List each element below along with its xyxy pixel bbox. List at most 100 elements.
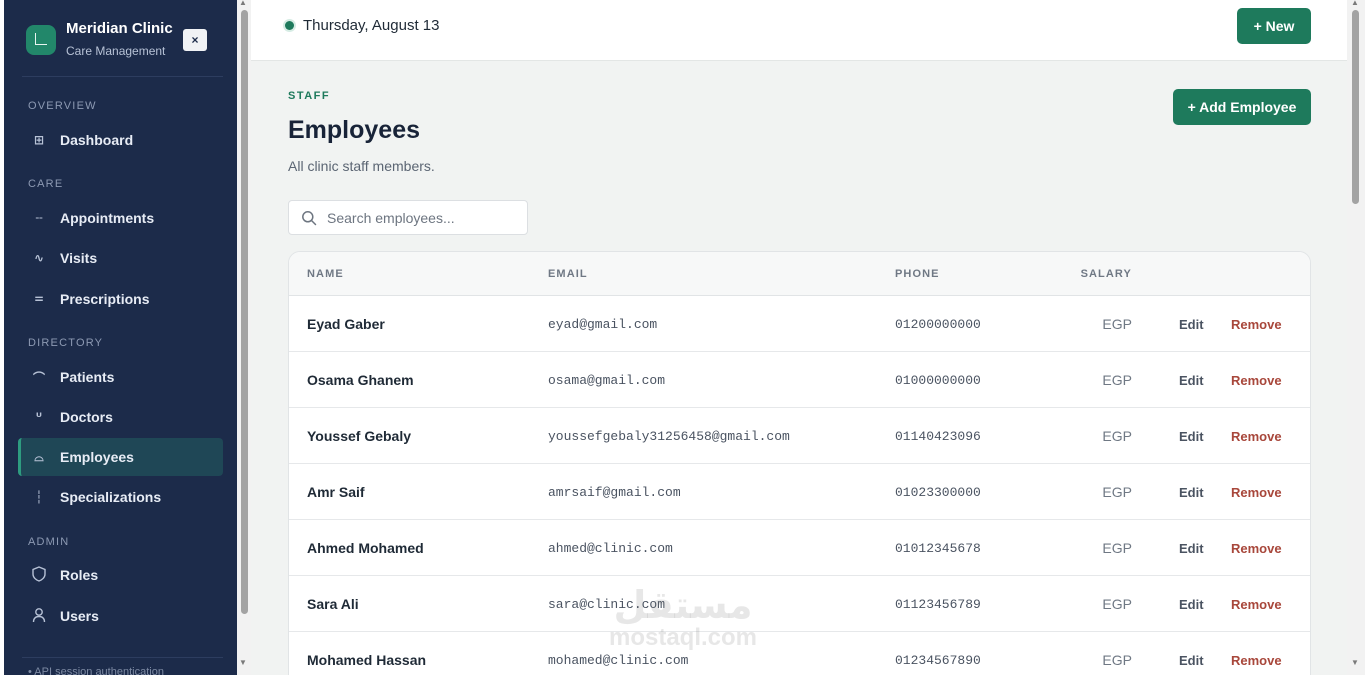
sidebar-item-label: Doctors [60, 409, 113, 425]
sidebar-item-employees[interactable]: ⌓ Employees [18, 438, 223, 476]
sidebar-item-visits[interactable]: ∿ Visits [18, 239, 223, 277]
employee-phone: 01023300000 [895, 485, 981, 500]
search-icon [302, 210, 317, 225]
briefcase-icon: ⌓ [34, 449, 44, 464]
employees-table: NAME EMAIL PHONE SALARY Eyad Gaber eyad@… [288, 251, 1311, 675]
date-label: Thursday, August 13 [303, 17, 440, 34]
employee-phone: 01012345678 [895, 541, 981, 556]
employee-name: Ahmed Mohamed [307, 540, 424, 556]
current-date: Thursday, August 13 [285, 17, 439, 34]
clinic-logo-icon [26, 25, 56, 55]
page-subtitle: All clinic staff members. [288, 158, 435, 174]
table-row: Eyad Gaber eyad@gmail.com 01200000000 EG… [289, 296, 1310, 352]
employee-email: amrsaif@gmail.com [548, 485, 681, 500]
sidebar-item-label: Patients [60, 369, 115, 385]
scroll-up-arrow-icon[interactable]: ▲ [1351, 0, 1359, 7]
scroll-up-arrow-icon[interactable]: ▲ [239, 0, 247, 7]
remove-button[interactable]: Remove [1231, 373, 1282, 388]
employee-phone: 01123456789 [895, 597, 981, 612]
sidebar-scrollbar[interactable]: ▲ ▼ [237, 0, 251, 675]
search-input[interactable] [327, 209, 517, 226]
employee-email: sara@clinic.com [548, 597, 666, 612]
sidebar-item-roles[interactable]: Roles [18, 556, 223, 594]
edit-button[interactable]: Edit [1179, 317, 1204, 332]
sidebar-item-specializations[interactable]: ┆ Specializations [18, 478, 223, 516]
main-scrollbar[interactable]: ▲ ▼ [1347, 0, 1365, 675]
page-eyebrow: STAFF [288, 90, 331, 102]
scroll-down-arrow-icon[interactable]: ▼ [1351, 658, 1359, 667]
status-dot-icon [285, 21, 294, 30]
close-sidebar-button[interactable]: × [183, 29, 207, 51]
sidebar-item-prescriptions[interactable]: = Prescriptions [18, 280, 223, 318]
employee-name: Amr Saif [307, 484, 365, 500]
edit-button[interactable]: Edit [1179, 541, 1204, 556]
sidebar-item-patients[interactable]: ⌒ Patients [18, 358, 223, 396]
remove-button[interactable]: Remove [1231, 429, 1282, 444]
edit-button[interactable]: Edit [1179, 429, 1204, 444]
section-admin: ADMIN [28, 536, 70, 548]
table-row: Sara Ali sara@clinic.com 01123456789 EGP… [289, 576, 1310, 632]
remove-button[interactable]: Remove [1231, 541, 1282, 556]
sidebar-item-label: Users [60, 608, 99, 624]
main-scroll-thumb[interactable] [1352, 10, 1359, 204]
sidebar-item-label: Visits [60, 250, 98, 266]
employee-email: eyad@gmail.com [548, 317, 658, 332]
table-row: Osama Ghanem osama@gmail.com 01000000000… [289, 352, 1310, 408]
employee-email: ahmed@clinic.com [548, 541, 673, 556]
search-box[interactable] [288, 200, 528, 235]
sidebar-item-doctors[interactable]: ᵁ Doctors [18, 398, 223, 436]
sidebar-item-label: Appointments [60, 210, 155, 226]
table-row: Amr Saif amrsaif@gmail.com 01023300000 E… [289, 464, 1310, 520]
sidebar: Meridian Clinic Care Management × OVERVI… [4, 0, 237, 675]
shield-icon [30, 565, 48, 585]
column-header-name[interactable]: NAME [307, 268, 344, 280]
sidebar-scroll-thumb[interactable] [241, 10, 248, 614]
employee-email: mohamed@clinic.com [548, 653, 689, 668]
employee-phone: 01000000000 [895, 373, 981, 388]
employee-salary: EGP [1102, 316, 1132, 332]
employee-salary: EGP [1102, 596, 1132, 612]
edit-button[interactable]: Edit [1179, 597, 1204, 612]
employee-email: youssefgebaly31256458@gmail.com [548, 429, 790, 444]
scroll-down-arrow-icon[interactable]: ▼ [239, 658, 247, 667]
sidebar-item-dashboard[interactable]: ⊞ Dashboard [18, 121, 223, 159]
table-header: NAME EMAIL PHONE SALARY [289, 252, 1310, 296]
employee-salary: EGP [1102, 428, 1132, 444]
topbar: Thursday, August 13 + New [251, 0, 1347, 61]
employee-name: Youssef Gebaly [307, 428, 412, 444]
prescription-icon: = [33, 292, 45, 306]
edit-button[interactable]: Edit [1179, 653, 1204, 668]
edit-button[interactable]: Edit [1179, 485, 1204, 500]
employee-salary: EGP [1102, 484, 1132, 500]
employee-name: Sara Ali [307, 596, 359, 612]
patient-icon: ⌒ [32, 370, 45, 385]
employee-name: Eyad Gaber [307, 316, 385, 332]
calendar-icon: ╌ [35, 211, 43, 225]
employee-phone: 01200000000 [895, 317, 981, 332]
section-care: CARE [28, 178, 64, 190]
edit-button[interactable]: Edit [1179, 373, 1204, 388]
sidebar-item-label: Specializations [60, 489, 162, 505]
employee-phone: 01234567890 [895, 653, 981, 668]
sidebar-item-appointments[interactable]: ╌ Appointments [18, 199, 223, 237]
employee-phone: 01140423096 [895, 429, 981, 444]
column-header-salary[interactable]: SALARY [1081, 268, 1132, 280]
column-header-phone[interactable]: PHONE [895, 268, 940, 280]
employee-salary: EGP [1102, 372, 1132, 388]
page-title: Employees [288, 116, 421, 144]
remove-button[interactable]: Remove [1231, 653, 1282, 668]
add-employee-button[interactable]: + Add Employee [1173, 89, 1311, 125]
stethoscope-icon: ᵁ [35, 410, 43, 424]
employee-name: Mohamed Hassan [307, 652, 427, 668]
main-content: Thursday, August 13 + New STAFF Employee… [251, 0, 1347, 675]
sidebar-item-users[interactable]: Users [18, 597, 223, 635]
new-button[interactable]: + New [1237, 8, 1311, 44]
column-header-email[interactable]: EMAIL [548, 268, 588, 280]
remove-button[interactable]: Remove [1231, 597, 1282, 612]
sidebar-item-label: Roles [60, 567, 99, 583]
session-status: • API session authentication [28, 666, 164, 675]
user-icon [30, 607, 48, 626]
employee-salary: EGP [1102, 540, 1132, 556]
remove-button[interactable]: Remove [1231, 317, 1282, 332]
remove-button[interactable]: Remove [1231, 485, 1282, 500]
